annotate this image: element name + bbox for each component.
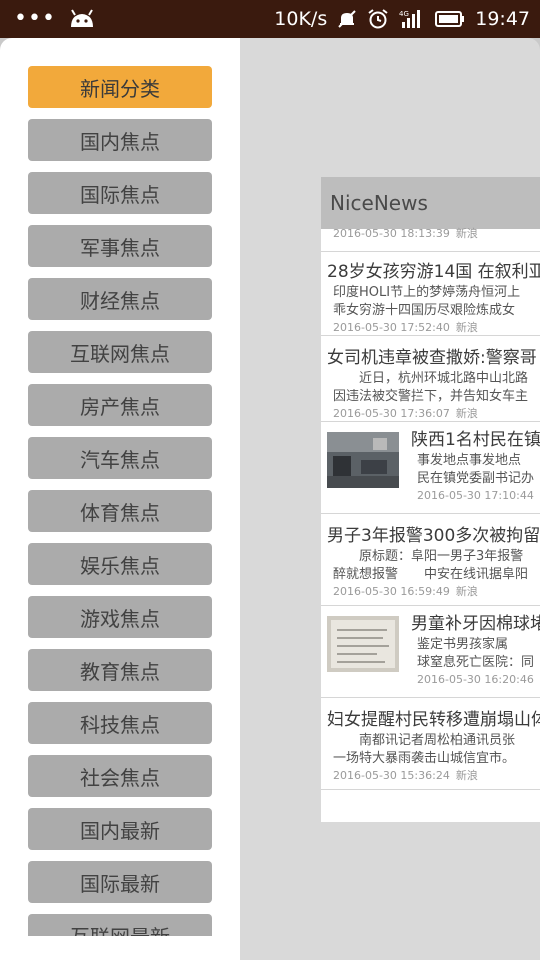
signal-icon: 4G <box>399 8 425 30</box>
category-button-sports-focus[interactable]: 体育焦点 <box>28 490 212 532</box>
news-desc-line: 一场特大暴雨袭击山城信宜市。 <box>333 751 516 766</box>
news-desc-line: 鉴定书男孩家属 <box>417 637 509 652</box>
news-source: 新浪 <box>455 407 478 420</box>
news-item[interactable]: 妇女提醒村民转移遭崩塌山体 南都讯记者周松柏通讯员张 一场特大暴雨袭击山城信宜市… <box>321 698 540 790</box>
news-title: 陕西1名村民在镇 <box>411 430 540 450</box>
news-desc-line: 民在镇党委副书记办 <box>417 471 535 486</box>
news-thumbnail <box>327 616 399 672</box>
news-source: 新浪 <box>455 227 478 240</box>
alarm-icon <box>367 8 389 30</box>
app-title: NiceNews <box>330 191 428 215</box>
news-item[interactable]: 28岁女孩穷游14国 在叙利亚 印度HOLI节上的梦婷荡舟恒河上 乖女穷游十四国… <box>321 252 540 336</box>
news-panel[interactable]: NiceNews 2016-05-30 18:13:39 新浪 28岁女孩穷游14… <box>321 177 540 822</box>
news-meta: 2016-05-30 16:20:46 <box>411 672 540 688</box>
news-desc-line: 印度HOLI节上的梦婷荡舟恒河上 <box>333 285 521 300</box>
news-meta: 2016-05-30 16:59:49 新浪 <box>327 584 540 600</box>
navigation-drawer: 新闻分类 国内焦点 国际焦点 军事焦点 财经焦点 互联网焦点 房产焦点 汽车焦点… <box>0 38 240 960</box>
news-item[interactable]: 男童补牙因棉球堵 鉴定书男孩家属 球窒息死亡医院：同 2016-05-30 16… <box>321 606 540 698</box>
news-desc-line: 因违法被交警拦下，并告知女车主 <box>333 389 529 404</box>
news-desc-line: 乖女穷游十四国历尽艰险炼成女 <box>333 303 516 318</box>
battery-icon <box>435 10 465 28</box>
news-title: 妇女提醒村民转移遭崩塌山体 <box>327 710 540 730</box>
app-title-bar: NiceNews <box>321 177 540 229</box>
category-button-international-latest[interactable]: 国际最新 <box>28 861 212 903</box>
news-item[interactable]: 2016-05-30 18:13:39 新浪 <box>321 227 540 252</box>
network-speed: 10K/s <box>274 8 328 30</box>
category-button-education-focus[interactable]: 教育焦点 <box>28 649 212 691</box>
news-item[interactable]: 女司机违章被查撒娇:警察哥 近日，杭州环城北路中山北路 因违法被交警拦下，并告知… <box>321 336 540 422</box>
svg-text:4G: 4G <box>399 10 409 18</box>
news-source: 新浪 <box>455 321 478 334</box>
news-time: 2016-05-30 17:10:44 <box>417 489 534 502</box>
news-time: 2016-05-30 17:52:40 <box>333 321 450 334</box>
news-time: 2016-05-30 16:59:49 <box>333 585 450 598</box>
news-time: 2016-05-30 15:36:24 <box>333 769 450 782</box>
news-meta: 2016-05-30 17:10:44 <box>411 488 540 504</box>
notification-dots: ••• <box>14 6 56 31</box>
news-desc-line: 事发地点事发地点 <box>417 453 522 468</box>
category-button-domestic-latest[interactable]: 国内最新 <box>28 808 212 850</box>
android-app-icon <box>68 9 96 29</box>
main-content: NiceNews 2016-05-30 18:13:39 新浪 28岁女孩穷游14… <box>240 38 540 960</box>
category-button-finance-focus[interactable]: 财经焦点 <box>28 278 212 320</box>
news-item[interactable]: 陕西1名村民在镇 事发地点事发地点 民在镇党委副书记办 2016-05-30 1… <box>321 422 540 514</box>
news-item[interactable]: 男子3年报警300多次被拘留 原标题：阜阳一男子3年报警 醉就想报警 中安在线讯… <box>321 514 540 606</box>
category-button-society-focus[interactable]: 社会焦点 <box>28 755 212 797</box>
news-desc-line: 醉就想报警 中安在线讯据阜阳 <box>333 567 529 582</box>
news-desc-line: 原标题：阜阳一男子3年报警 <box>333 549 524 564</box>
news-desc-line: 南都讯记者周松柏通讯员张 <box>333 733 516 748</box>
drawer-bottom-edge <box>0 936 240 960</box>
news-meta: 2016-05-30 18:13:39 新浪 <box>327 227 540 241</box>
category-button-entertainment-focus[interactable]: 娱乐焦点 <box>28 543 212 585</box>
news-meta: 2016-05-30 15:36:24 新浪 <box>327 768 540 784</box>
news-thumbnail <box>327 432 399 488</box>
news-source: 新浪 <box>455 769 478 782</box>
news-meta: 2016-05-30 17:52:40 新浪 <box>327 320 540 336</box>
mute-icon <box>337 9 357 29</box>
news-time: 2016-05-30 16:20:46 <box>417 673 534 686</box>
news-desc-line: 近日，杭州环城北路中山北路 <box>333 371 529 386</box>
category-button-realestate-focus[interactable]: 房产焦点 <box>28 384 212 426</box>
news-meta: 2016-05-30 17:36:07 新浪 <box>327 406 540 422</box>
category-button-military-focus[interactable]: 军事焦点 <box>28 225 212 267</box>
category-list: 新闻分类 国内焦点 国际焦点 军事焦点 财经焦点 互联网焦点 房产焦点 汽车焦点… <box>28 66 212 960</box>
news-title: 女司机违章被查撒娇:警察哥 <box>327 348 537 368</box>
news-desc-line: 球窒息死亡医院：同 <box>417 655 535 670</box>
news-title: 28岁女孩穷游14国 在叙利亚 <box>327 262 540 282</box>
news-source: 新浪 <box>455 585 478 598</box>
category-button-domestic-focus[interactable]: 国内焦点 <box>28 119 212 161</box>
status-bar: ••• 10K/s 4G 19:47 <box>0 0 540 38</box>
news-time: 2016-05-30 17:36:07 <box>333 407 450 420</box>
category-button-international-focus[interactable]: 国际焦点 <box>28 172 212 214</box>
clock: 19:47 <box>475 8 530 30</box>
news-title: 男子3年报警300多次被拘留 <box>327 526 540 546</box>
news-time: 2016-05-30 18:13:39 <box>333 227 450 240</box>
category-button-internet-focus[interactable]: 互联网焦点 <box>28 331 212 373</box>
news-list: 2016-05-30 18:13:39 新浪 28岁女孩穷游14国 在叙利亚 印度… <box>321 227 540 790</box>
news-title: 男童补牙因棉球堵 <box>411 614 540 634</box>
category-header-button[interactable]: 新闻分类 <box>28 66 212 108</box>
category-button-auto-focus[interactable]: 汽车焦点 <box>28 437 212 479</box>
category-button-games-focus[interactable]: 游戏焦点 <box>28 596 212 638</box>
category-button-tech-focus[interactable]: 科技焦点 <box>28 702 212 744</box>
